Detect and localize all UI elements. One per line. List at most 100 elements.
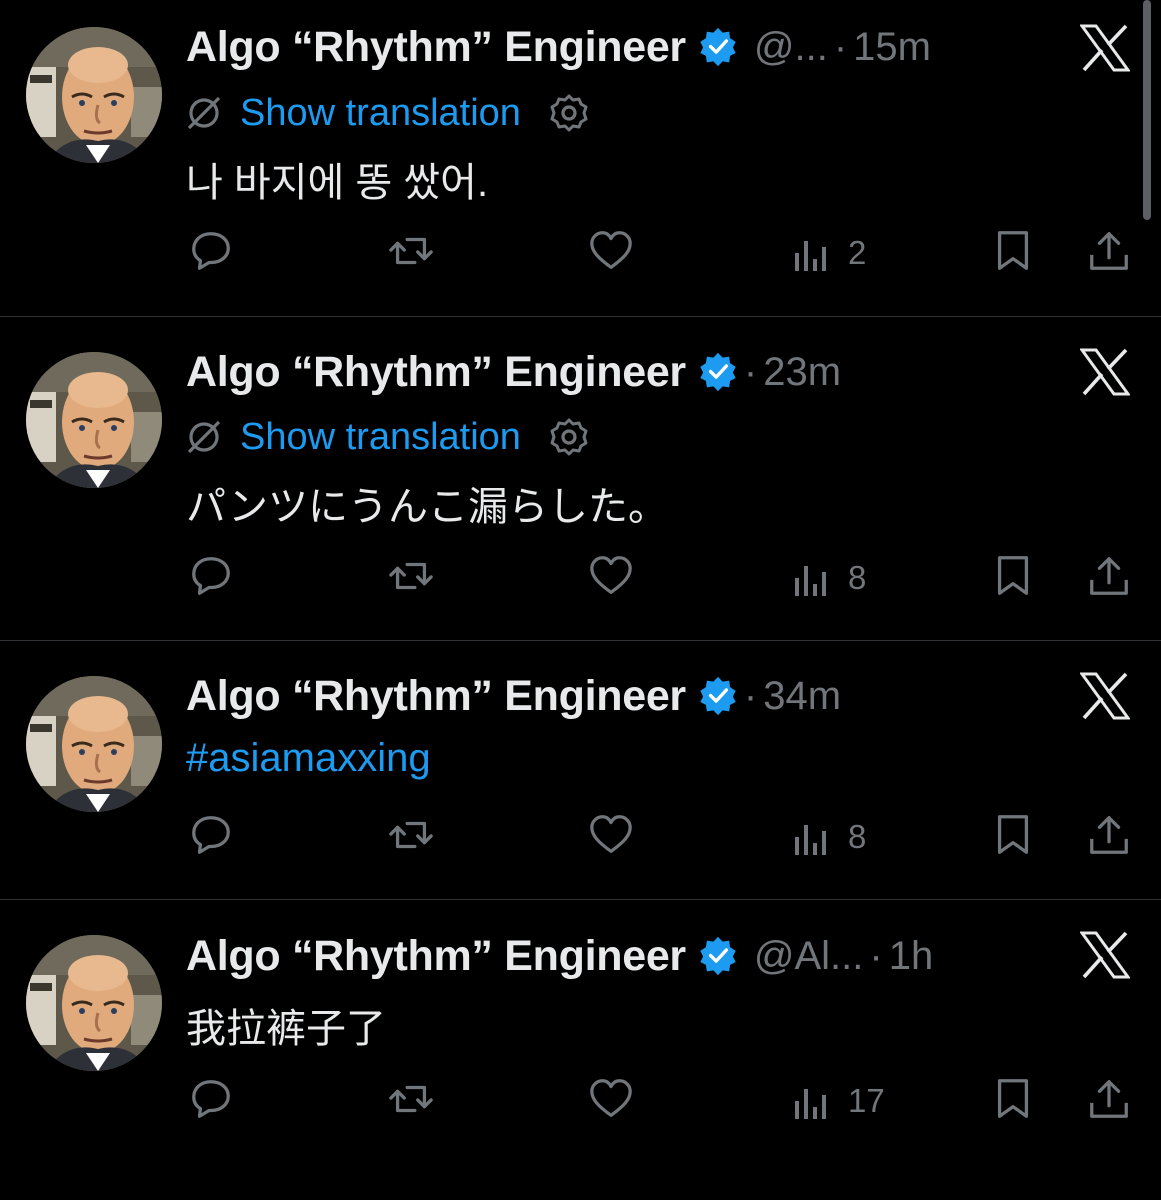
separator-dot: · (743, 349, 758, 394)
views-count: 2 (848, 234, 867, 271)
bookmark-icon (997, 556, 1029, 595)
settings-gear-icon[interactable] (549, 417, 589, 457)
bookmark-icon (997, 1079, 1029, 1118)
separator-dot: · (869, 933, 883, 978)
tweet-header: Algo “Rhythm” Engineer @... · 15m (186, 22, 931, 72)
tweet-text: 나 바지에 똥 쌌어. (186, 161, 489, 205)
tweet-time[interactable]: 23m (763, 350, 841, 395)
share-button[interactable] (1086, 1076, 1136, 1126)
retweet-button[interactable] (388, 1076, 438, 1126)
views-count: 8 (848, 559, 867, 596)
retweet-icon (389, 562, 433, 590)
views-count: 8 (848, 818, 867, 855)
views-button[interactable]: 8 (792, 812, 866, 862)
tweet-time[interactable]: 34m (763, 674, 841, 719)
views-icon (795, 825, 826, 855)
views-button[interactable]: 17 (792, 1076, 885, 1126)
reply-button[interactable] (188, 228, 238, 278)
reply-button[interactable] (188, 1076, 238, 1126)
verified-badge-icon (698, 27, 738, 67)
views-button[interactable]: 8 (792, 553, 866, 603)
reply-icon (192, 1080, 230, 1118)
views-icon (795, 1089, 826, 1119)
retweet-button[interactable] (388, 553, 438, 603)
share-icon (1090, 557, 1128, 595)
views-count: 17 (848, 1082, 885, 1119)
like-icon (590, 1079, 632, 1117)
author-handle[interactable]: @... (754, 25, 828, 70)
tweet[interactable]: Algo “Rhythm” Engineer · 34m #asiamaxxin… (0, 641, 1161, 900)
x-logo-icon (1080, 672, 1130, 720)
bookmark-icon (997, 815, 1029, 854)
bookmark-icon (997, 231, 1029, 270)
tweet[interactable]: Algo “Rhythm” Engineer @Al... · 1h 我拉裤子了… (0, 900, 1161, 1200)
translation-row: Show translation (186, 88, 589, 138)
x-logo-icon (1080, 348, 1130, 396)
share-icon (1090, 1080, 1128, 1118)
share-icon (1090, 816, 1128, 854)
separator-dot: · (833, 24, 848, 69)
like-button[interactable] (588, 812, 638, 862)
author-name[interactable]: Algo “Rhythm” Engineer (186, 23, 686, 72)
tweet[interactable]: Algo “Rhythm” Engineer · 23m Show transl… (0, 317, 1161, 641)
like-button[interactable] (588, 228, 638, 278)
author-name[interactable]: Algo “Rhythm” Engineer (186, 672, 686, 721)
action-bar: 8 (0, 812, 1161, 862)
reply-button[interactable] (188, 812, 238, 862)
action-bar: 8 (0, 553, 1161, 603)
tweet-time[interactable]: 1h (889, 934, 934, 979)
avatar[interactable] (26, 352, 162, 488)
reply-icon (192, 816, 230, 854)
retweet-button[interactable] (388, 812, 438, 862)
translate-globe-icon (187, 420, 221, 454)
tweet-header: Algo “Rhythm” Engineer · 23m (186, 347, 841, 397)
tweet-text: パンツにうんこ漏らした。 (186, 485, 668, 529)
separator-dot: · (743, 673, 758, 718)
tweet-header: Algo “Rhythm” Engineer @Al... · 1h (186, 931, 933, 981)
reply-icon (192, 557, 230, 595)
settings-gear-icon[interactable] (549, 93, 589, 133)
author-handle[interactable]: @Al... (754, 934, 864, 979)
verified-badge-icon (698, 676, 738, 716)
bookmark-button[interactable] (990, 228, 1040, 278)
like-button[interactable] (588, 553, 638, 603)
hashtag-link[interactable]: #asiamaxxing (186, 736, 431, 781)
views-button[interactable]: 2 (792, 228, 866, 278)
retweet-icon (389, 1085, 433, 1113)
retweet-button[interactable] (388, 228, 438, 278)
translation-row: Show translation (186, 412, 589, 462)
like-icon (590, 815, 632, 853)
reply-icon (192, 232, 230, 270)
reply-button[interactable] (188, 553, 238, 603)
bookmark-button[interactable] (990, 1076, 1040, 1126)
share-button[interactable] (1086, 812, 1136, 862)
verified-badge-icon (698, 352, 738, 392)
x-logo-icon (1080, 24, 1130, 72)
bookmark-button[interactable] (990, 812, 1040, 862)
author-name[interactable]: Algo “Rhythm” Engineer (186, 932, 686, 981)
share-button[interactable] (1086, 553, 1136, 603)
views-icon (795, 241, 826, 271)
action-bar: 2 (0, 228, 1161, 278)
retweet-icon (389, 821, 433, 849)
translate-globe-icon (187, 96, 221, 130)
like-icon (590, 556, 632, 594)
tweet-header: Algo “Rhythm” Engineer · 34m (186, 671, 841, 721)
share-icon (1090, 232, 1128, 270)
retweet-icon (389, 237, 433, 265)
author-name[interactable]: Algo “Rhythm” Engineer (186, 348, 686, 397)
action-bar: 17 (0, 1076, 1161, 1126)
bookmark-button[interactable] (990, 553, 1040, 603)
share-button[interactable] (1086, 228, 1136, 278)
tweet-time[interactable]: 15m (853, 25, 931, 70)
tweet-text: 我拉裤子了 (186, 1007, 386, 1051)
views-icon (795, 566, 826, 596)
avatar[interactable] (26, 676, 162, 812)
avatar[interactable] (26, 27, 162, 163)
show-translation-link[interactable]: Show translation (240, 416, 521, 459)
tweet[interactable]: Algo “Rhythm” Engineer @... · 15m Show t… (0, 0, 1161, 317)
avatar[interactable] (26, 935, 162, 1071)
like-button[interactable] (588, 1076, 638, 1126)
show-translation-link[interactable]: Show translation (240, 92, 521, 135)
verified-badge-icon (698, 936, 738, 976)
